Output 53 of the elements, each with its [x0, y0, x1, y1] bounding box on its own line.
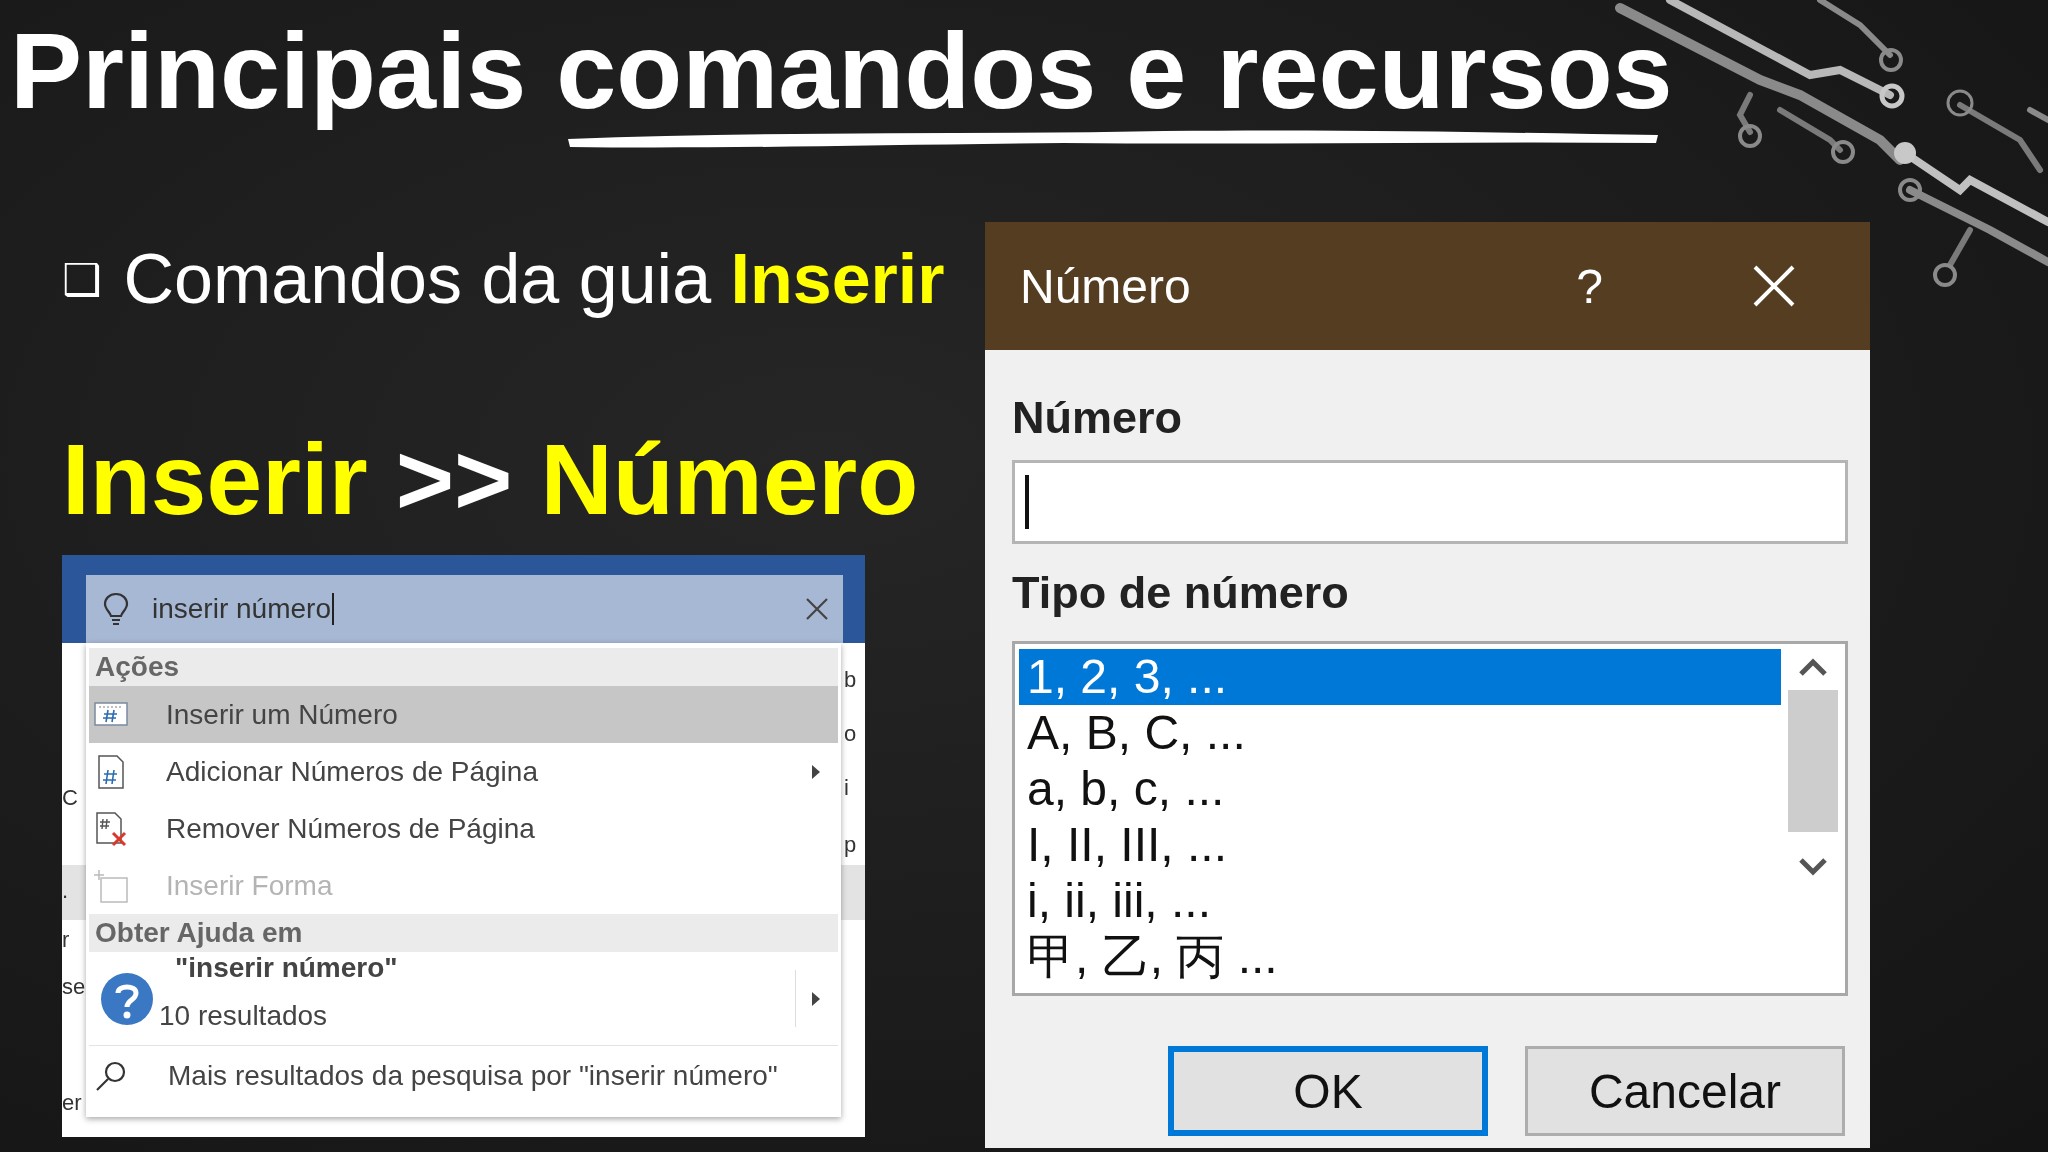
document-text: i: [844, 775, 849, 801]
section-header: Ações: [89, 648, 838, 686]
submenu-arrow-icon: [812, 764, 820, 779]
help-button[interactable]: ?: [1576, 258, 1603, 314]
scroll-up-icon[interactable]: [1799, 658, 1827, 676]
scroll-down-icon[interactable]: [1799, 858, 1827, 876]
document-text: .: [62, 878, 69, 904]
list-option[interactable]: A, B, C, ...: [1019, 705, 1781, 761]
dialog-button[interactable]: Cancelar: [1525, 1046, 1845, 1136]
document-text: r: [62, 927, 70, 953]
slide-title: Principais comandos e recursos: [10, 12, 1673, 131]
help-icon: [101, 972, 153, 1025]
help-result[interactable]: "inserir número" 10 resultados: [89, 952, 838, 1046]
menu-item[interactable]: Inserir um Número: [89, 686, 838, 743]
list-option[interactable]: i, ii, iii, ...: [1019, 873, 1781, 929]
result-count: 10 resultados: [159, 1000, 328, 1032]
field-label: Número: [1012, 395, 1184, 440]
menu-item[interactable]: Adicionar Números de Página: [89, 743, 838, 800]
close-icon[interactable]: [805, 597, 829, 621]
list-option[interactable]: I, II, III, ...: [1019, 817, 1781, 873]
bullet-text: Comandos da guia Inserir: [123, 239, 945, 320]
list-label: Tipo de número: [1012, 570, 1350, 615]
more-results-link[interactable]: Mais resultados da pesquisa por "inserir número": [89, 1046, 838, 1106]
document-text: se: [62, 974, 86, 1000]
heading-text: Inserir: [62, 424, 368, 534]
menu-item[interactable]: Remover Números de Página: [89, 800, 838, 857]
document-text: C: [62, 785, 78, 811]
shape-plus-icon: [93, 868, 128, 903]
bullet-marker: ❑: [62, 253, 102, 305]
number-box-icon: [94, 701, 128, 726]
dialog-button[interactable]: OK: [1168, 1046, 1488, 1136]
number-type-list[interactable]: 1, 2, 3, ... A, B, C, ... a, b, c, ... I, II, III, ... i, ii, iii, ... 甲, 乙, 丙 ...: [1012, 641, 1848, 996]
remove-page-icon: [96, 811, 127, 846]
heading-text: >>: [395, 424, 513, 534]
document-text: b: [844, 667, 857, 693]
search-query: inserir número: [152, 593, 331, 625]
heading-text: Número: [540, 424, 919, 534]
list-option[interactable]: 1, 2, 3, ...: [1019, 649, 1781, 705]
dialog-title: Número: [1020, 258, 1192, 314]
number-input[interactable]: [1012, 460, 1848, 544]
lightbulb-icon: [103, 592, 129, 626]
page-number-icon: [98, 754, 124, 789]
search-field[interactable]: inserir número: [86, 575, 843, 643]
help-title: "inserir número": [175, 952, 398, 984]
scrollbar-thumb[interactable]: [1788, 690, 1838, 832]
document-text: o: [844, 721, 857, 747]
document-text: p: [844, 832, 857, 858]
document-text: er: [62, 1090, 82, 1116]
search-icon: [96, 1061, 126, 1091]
section-header: Obter Ajuda em: [89, 914, 838, 952]
list-option[interactable]: a, b, c, ...: [1019, 761, 1781, 817]
list-option[interactable]: 甲, 乙, 丙 ...: [1019, 929, 1781, 985]
submenu-arrow-icon: [812, 991, 820, 1006]
